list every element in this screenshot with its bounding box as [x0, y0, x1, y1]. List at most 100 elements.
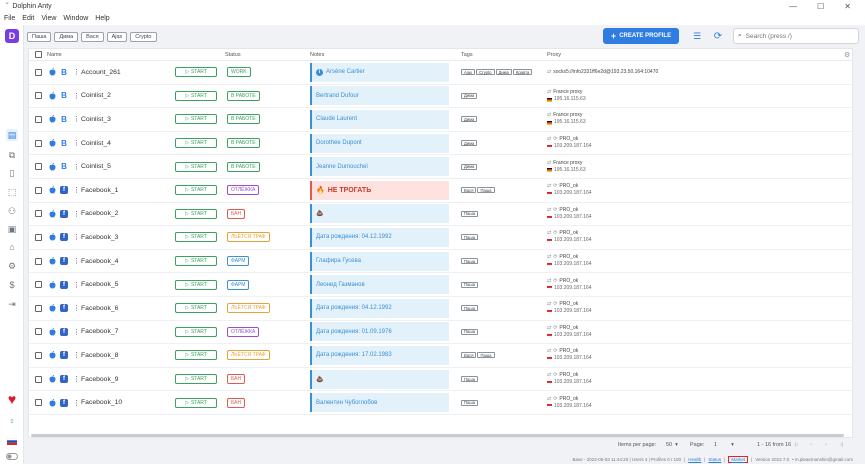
profile-name[interactable]: Facebook_1 — [81, 187, 118, 194]
language-flag-icon[interactable] — [6, 435, 18, 447]
row-checkbox[interactable] — [35, 233, 42, 241]
proxy-cell[interactable]: ⇄ ⟳ PRO_ok 103.209.187.164 — [546, 396, 592, 410]
proxy-cell[interactable]: ⇄ ⟳ PRO_ok 103.209.187.164 — [546, 207, 592, 221]
status-badge[interactable]: ФАРМ — [227, 279, 250, 290]
profile-name[interactable]: Coinlist_5 — [81, 163, 111, 170]
billing-icon[interactable]: $ — [6, 279, 18, 291]
tag-filter-chip[interactable]: Дима — [54, 31, 79, 42]
tag-filter-chip[interactable]: Crypto — [130, 31, 157, 42]
tag-chip[interactable]: Паша — [461, 328, 479, 335]
table-row[interactable]: B ⋮ Coinlist_2 ▷ START В РАБОТЕ Bertrand Dufou… — [29, 85, 852, 109]
profile-name[interactable]: Coinlist_4 — [81, 140, 111, 147]
next-page-icon[interactable]: › — [825, 442, 827, 448]
extensions-icon[interactable]: ⬚ — [6, 186, 18, 198]
tag-filter-chip[interactable]: Паша — [27, 31, 52, 42]
start-button[interactable]: ▷ START — [175, 138, 217, 149]
app-logo[interactable]: D — [5, 29, 19, 43]
row-menu-icon[interactable]: ⋮ — [73, 233, 80, 241]
row-menu-icon[interactable]: ⋮ — [73, 351, 80, 359]
row-menu-icon[interactable]: ⋮ — [73, 399, 80, 407]
column-notes[interactable]: Notes — [310, 52, 324, 58]
proxy-cell[interactable]: ⇄ ⟳ PRO_ok 103.209.187.164 — [546, 325, 592, 339]
api-icon[interactable]: ▣ — [6, 223, 18, 235]
tag-chip[interactable]: Дима — [495, 69, 512, 76]
table-row[interactable]: f ⋮ Facebook_5 ▷ START ФАРМ Леонид Газманов Паш… — [29, 273, 852, 297]
minimize-button[interactable]: — — [789, 2, 797, 11]
row-checkbox[interactable] — [35, 399, 42, 407]
users-icon[interactable]: ⚇ — [6, 205, 18, 217]
refresh-icon[interactable]: ⟳ — [712, 30, 724, 42]
profile-name[interactable]: Facebook_6 — [81, 305, 118, 312]
start-button[interactable]: ▷ START — [175, 208, 217, 219]
notes-cell[interactable]: Глафира Гусева — [310, 251, 449, 271]
proxy-cell[interactable]: ⇄ ⟳ PRO_ok 103.209.187.164 — [546, 183, 592, 197]
menu-window[interactable]: Window — [63, 15, 88, 22]
start-button[interactable]: ▷ START — [175, 374, 217, 385]
notes-cell[interactable]: 💩 — [310, 369, 449, 389]
row-menu-icon[interactable]: ⋮ — [73, 375, 80, 383]
tag-chip[interactable]: Дима — [461, 163, 478, 170]
table-row[interactable]: f ⋮ Facebook_6 ▷ START ЛЬЁТСЯ ТРАФ Дата рожден… — [29, 297, 852, 321]
bookmark-icon[interactable]: ▯ — [6, 167, 18, 179]
notes-cell[interactable]: Claude Laurent — [310, 109, 449, 129]
status-badge[interactable]: ЛЬЁТСЯ ТРАФ — [227, 350, 270, 361]
status-badge[interactable]: В РАБОТЕ — [227, 90, 260, 101]
column-tags[interactable]: Tags — [461, 52, 473, 58]
row-checkbox[interactable] — [35, 210, 42, 218]
notes-cell[interactable]: Валентин Чубоглобов — [310, 393, 449, 413]
start-button[interactable]: ▷ START — [175, 303, 217, 314]
table-row[interactable]: B ⋮ Coinlist_4 ▷ START В РАБОТЕ Dorothée Dupon… — [29, 132, 852, 156]
proxy-cell[interactable]: ⇄ France proxy 195.16.115.63 — [547, 160, 586, 174]
tag-filter-chip[interactable]: Ajax — [106, 31, 128, 42]
row-menu-icon[interactable]: ⋮ — [73, 139, 80, 147]
proxy-cell[interactable]: ⇄ socks5://info2331ff6e2d@193.23.50.164:1… — [547, 69, 658, 76]
groups-icon[interactable]: ⧉ — [6, 149, 18, 161]
notes-cell[interactable]: 🔥 НЕ ТРОГАТЬ — [310, 180, 449, 200]
row-menu-icon[interactable]: ⋮ — [73, 281, 80, 289]
profile-name[interactable]: Facebook_8 — [81, 352, 118, 359]
column-settings-icon[interactable]: ⚙ — [844, 51, 850, 59]
tag-chip[interactable]: Ajax — [461, 69, 476, 76]
last-page-icon[interactable]: ›| — [840, 442, 843, 448]
notes-cell[interactable]: Jeanne Dumouchel — [310, 157, 449, 177]
table-row[interactable]: f ⋮ Facebook_4 ▷ START ФАРМ Глафира Гусева Паша… — [29, 250, 852, 274]
logout-icon[interactable]: ⇥ — [6, 298, 18, 310]
row-menu-icon[interactable]: ⋮ — [73, 92, 80, 100]
status-badge[interactable]: WORK — [227, 67, 251, 78]
column-name[interactable]: Name — [47, 52, 62, 58]
row-checkbox[interactable] — [35, 139, 42, 147]
horizontal-scrollbar[interactable] — [31, 434, 844, 437]
start-button[interactable]: ▷ START — [175, 185, 217, 196]
menu-edit[interactable]: Edit — [22, 15, 34, 22]
health-link[interactable]: Health — [688, 457, 701, 462]
table-row[interactable]: B ⋮ Coinlist_3 ▷ START В РАБОТЕ Claude Laurent… — [29, 108, 852, 132]
tag-chip[interactable]: Паша — [477, 187, 495, 194]
tag-chip[interactable]: Вася — [461, 187, 477, 194]
menu-view[interactable]: View — [41, 15, 56, 22]
menu-file[interactable]: File — [4, 15, 15, 22]
menu-help[interactable]: Help — [95, 15, 109, 22]
start-button[interactable]: ▷ START — [175, 256, 217, 267]
column-status[interactable]: Status — [225, 52, 241, 58]
proxy-cell[interactable]: ⇄ ⟳ PRO_ok 103.209.187.164 — [546, 136, 592, 150]
row-checkbox[interactable] — [35, 68, 42, 76]
table-row[interactable]: f ⋮ Facebook_7 ▷ START ОТЛЁЖКА Дата рождения: … — [29, 321, 852, 345]
row-menu-icon[interactable]: ⋮ — [73, 115, 80, 123]
start-button[interactable]: ▷ START — [175, 232, 217, 243]
row-menu-icon[interactable]: ⋮ — [73, 163, 80, 171]
start-button[interactable]: ▷ START — [175, 90, 217, 101]
tag-chip[interactable]: Вася — [461, 352, 477, 359]
notes-cell[interactable]: Дата рождения: 17.02.1983 — [310, 345, 449, 365]
notes-cell[interactable]: Дата рождения: 01.09.1976 — [310, 322, 449, 342]
status-link[interactable]: Status — [708, 457, 721, 462]
tag-chip[interactable]: Паша — [477, 352, 495, 359]
profile-name[interactable]: Facebook_4 — [81, 258, 118, 265]
proxy-cell[interactable]: ⇄ ⟳ PRO_ok 103.209.187.164 — [546, 348, 592, 362]
proxy-cell[interactable]: ⇄ ⟳ PRO_ok 103.209.187.164 — [546, 278, 592, 292]
row-checkbox[interactable] — [35, 163, 42, 171]
start-button[interactable]: ▷ START — [175, 114, 217, 125]
status-badge[interactable]: БАН — [227, 374, 246, 385]
start-button[interactable]: ▷ START — [175, 161, 217, 172]
tag-chip[interactable]: Паша — [461, 281, 479, 288]
tag-chip[interactable]: Кравта — [512, 69, 533, 76]
